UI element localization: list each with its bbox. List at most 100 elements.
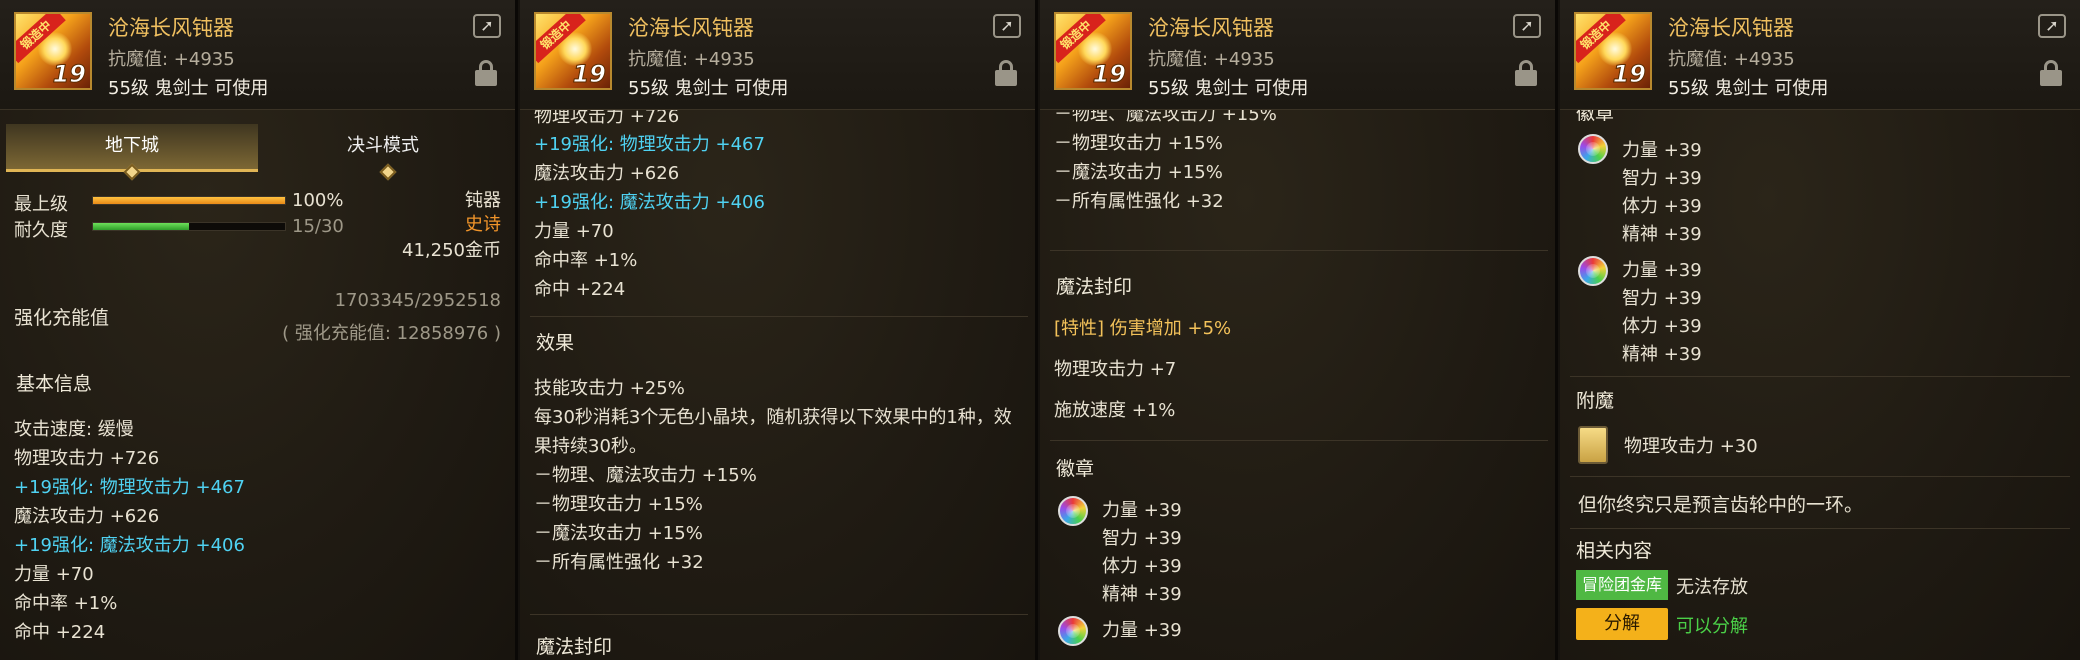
share-icon[interactable]: ➚	[2038, 14, 2066, 38]
emblem-orb-icon	[1578, 256, 1608, 286]
stat-line: 命中率 +1%	[534, 250, 638, 271]
durability-value: 15/30	[292, 216, 344, 237]
effect-option: －物理攻击力 +15%	[534, 494, 703, 515]
emblem-stat: 体力 +39	[1622, 316, 1702, 337]
emblem-stat: 智力 +39	[1102, 528, 1182, 549]
item-header: 锻造中 19 沧海长风钝器 抗魔值: +4935 55级 鬼剑士 可使用 ➚	[520, 0, 1035, 110]
lock-icon[interactable]	[1515, 60, 1537, 86]
stat-line: 命中 +224	[534, 279, 626, 300]
tooltip-body: 地下城 决斗模式 最上级 100% 耐久度 15/30 钝器 史诗 41,250…	[0, 110, 515, 660]
basic-info-title: 基本信息	[16, 373, 93, 395]
lock-icon[interactable]	[995, 60, 1017, 86]
tooltip-body: 徽章 力量 +39 智力 +39 体力 +39 精神 +39 力量 +39 智力…	[1560, 110, 2080, 660]
stat-line: 力量 +70	[534, 221, 614, 242]
stat-line: +19强化: 魔法攻击力 +406	[14, 535, 245, 556]
reinforce-label: 强化充能值	[14, 307, 110, 329]
tooltip-panel-4: 锻造中 19 沧海长风钝器 抗魔值: +4935 55级 鬼剑士 可使用 ➚ 徽…	[1560, 0, 2080, 660]
item-icon-level: 19	[572, 60, 606, 89]
divider	[530, 316, 1028, 317]
stat-line: +19强化: 物理攻击力 +467	[14, 477, 245, 498]
tooltip-body: －物理、魔法攻击力 +15% －物理攻击力 +15% －魔法攻击力 +15% －…	[1040, 110, 1555, 660]
tooltip-panel-2: 锻造中 19 沧海长风钝器 抗魔值: +4935 55级 鬼剑士 可使用 ➚ 物…	[520, 0, 1038, 660]
durability-label: 耐久度	[14, 220, 68, 241]
item-requirement: 55级 鬼剑士 可使用	[1668, 78, 1829, 99]
stat-line: 力量 +70	[14, 564, 94, 585]
seal-title: 魔法封印	[1056, 276, 1133, 298]
stat-line: 攻击速度: 缓慢	[14, 419, 134, 440]
effect-option: －魔法攻击力 +15%	[534, 523, 703, 544]
share-icon[interactable]: ➚	[473, 14, 501, 38]
emblem-stat: 智力 +39	[1622, 288, 1702, 309]
item-icon: 锻造中 19	[1054, 12, 1132, 90]
stat-line: 物理攻击力 +726	[14, 448, 160, 469]
divider	[530, 614, 1028, 615]
enchant-value: 物理攻击力 +30	[1624, 436, 1758, 457]
grade-bar	[92, 196, 286, 205]
emblem-stat: 体力 +39	[1622, 196, 1702, 217]
stat-line-clipped: 物理攻击力 +726	[534, 110, 680, 127]
item-name: 沧海长风钝器	[1668, 16, 1794, 40]
effect-title: 效果	[536, 332, 575, 354]
divider	[1050, 250, 1548, 251]
item-name: 沧海长风钝器	[628, 16, 754, 40]
emblem-stat: 精神 +39	[1102, 584, 1182, 605]
emblem-stat: 精神 +39	[1622, 344, 1702, 365]
bank-status: 无法存放	[1676, 577, 1748, 598]
emblem-orb-icon	[1058, 496, 1088, 526]
flavor-text: 但你终究只是预言齿轮中的一环。	[1578, 494, 1864, 516]
share-icon[interactable]: ➚	[993, 14, 1021, 38]
enchant-title: 附魔	[1576, 390, 1615, 412]
item-resist: 抗魔值: +4935	[628, 49, 755, 70]
effect-line: 果持续30秒。	[534, 436, 647, 457]
item-requirement: 55级 鬼剑士 可使用	[1148, 78, 1309, 99]
item-header: 锻造中 19 沧海长风钝器 抗魔值: +4935 55级 鬼剑士 可使用 ➚	[1560, 0, 2080, 110]
item-requirement: 55级 鬼剑士 可使用	[108, 78, 269, 99]
item-type: 钝器	[465, 190, 501, 211]
item-icon-level: 19	[1612, 60, 1646, 89]
emblem-orb-icon	[1058, 616, 1088, 646]
durability-bar	[92, 222, 286, 231]
tab-pvp[interactable]: 决斗模式	[258, 124, 508, 172]
reinforce-total: ( 强化充能值: 12858976 )	[282, 323, 501, 344]
decompose-status: 可以分解	[1676, 616, 1748, 637]
effect-line: 每30秒消耗3个无色小晶块，随机获得以下效果中的1种，效	[534, 407, 1012, 428]
seal-trait: [特性] 伤害增加 +5%	[1054, 318, 1232, 339]
item-icon: 锻造中 19	[14, 12, 92, 90]
stat-line: 魔法攻击力 +626	[14, 506, 160, 527]
item-price: 41,250金币	[402, 240, 501, 261]
stat-line: 命中率 +1%	[14, 593, 118, 614]
emblem-stat: 智力 +39	[1622, 168, 1702, 189]
divider	[1570, 376, 2070, 377]
divider	[1050, 440, 1548, 441]
stat-line: +19强化: 魔法攻击力 +406	[534, 192, 765, 213]
item-icon-level: 19	[52, 60, 86, 89]
tooltip-panel-1: 锻造中 19 沧海长风钝器 抗魔值: +4935 55级 鬼剑士 可使用 ➚ 地…	[0, 0, 518, 660]
effect-option: －物理、魔法攻击力 +15%	[534, 465, 757, 486]
stat-line: 魔法攻击力 +626	[534, 163, 680, 184]
divider	[1570, 528, 2070, 529]
emblem-stat: 力量 +39	[1102, 500, 1182, 521]
adventure-bank-button[interactable]: 冒险团金库	[1576, 570, 1668, 600]
item-resist: 抗魔值: +4935	[1668, 49, 1795, 70]
item-name: 沧海长风钝器	[108, 16, 234, 40]
lock-icon[interactable]	[2040, 60, 2062, 86]
effect-option: －所有属性强化 +32	[534, 552, 704, 573]
item-header: 锻造中 19 沧海长风钝器 抗魔值: +4935 55级 鬼剑士 可使用 ➚	[1040, 0, 1555, 110]
enchant-card-icon	[1578, 426, 1608, 464]
mode-tabs: 地下城 决斗模式	[6, 124, 508, 181]
item-icon-level: 19	[1092, 60, 1126, 89]
divider	[1570, 476, 2070, 477]
emblem-stat: 精神 +39	[1622, 224, 1702, 245]
emblem-title-clipped: 徽章	[1576, 110, 1615, 124]
seal-line: 施放速度 +1%	[1054, 400, 1176, 421]
emblem-stat: 力量 +39	[1622, 260, 1702, 281]
item-icon: 锻造中 19	[534, 12, 612, 90]
emblem-stat: 力量 +39	[1102, 620, 1182, 641]
decompose-button[interactable]: 分解	[1576, 608, 1668, 640]
share-icon[interactable]: ➚	[1513, 14, 1541, 38]
grade-label: 最上级	[14, 194, 68, 215]
lock-icon[interactable]	[475, 60, 497, 86]
emblem-title: 徽章	[1056, 458, 1095, 480]
effect-option: －魔法攻击力 +15%	[1054, 162, 1223, 183]
effect-line: 技能攻击力 +25%	[534, 378, 685, 399]
